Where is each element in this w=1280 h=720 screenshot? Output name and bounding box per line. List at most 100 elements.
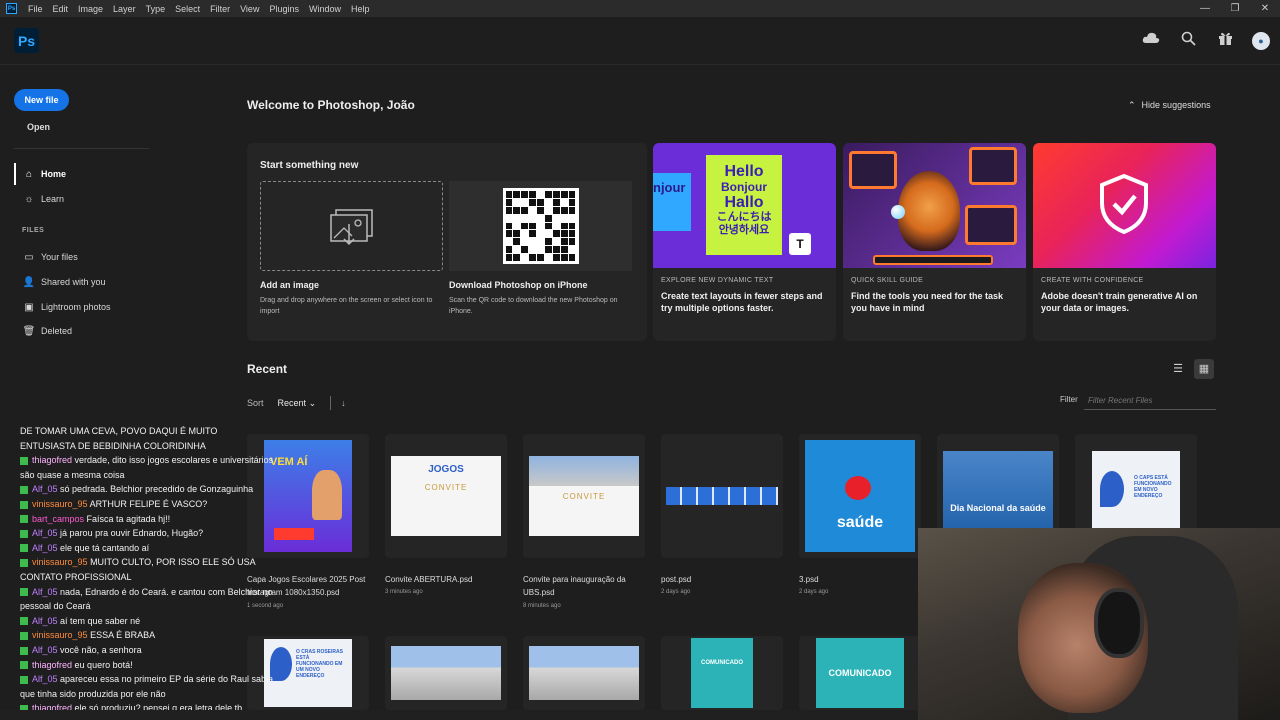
home-icon: ⌂ [25,168,33,180]
filter-label: Filter [1060,395,1078,404]
menu-window[interactable]: Window [304,4,346,14]
menu-image[interactable]: Image [73,4,108,14]
gift-icon[interactable] [1215,31,1235,51]
thumb-text: saúde [836,514,884,531]
chat-message: Alf_05 você não, a senhora [0,643,275,658]
menu-file[interactable]: File [23,4,48,14]
qr-module [521,214,529,222]
thumb-photo [529,456,639,486]
qr-module [552,254,560,261]
art-line: こんにちは [716,211,772,223]
qr-module [521,230,529,238]
recent-file-thumb[interactable]: CONVITE [523,434,645,558]
qr-module [544,254,552,261]
chat-username: vinissauro_95 [32,498,88,509]
search-icon[interactable] [1178,31,1198,51]
restore-button[interactable]: ❐ [1220,0,1250,17]
menu-type[interactable]: Type [141,4,171,14]
recent-file-name[interactable]: Convite ABERTURA.psd [385,573,520,586]
user-icon: 👤 [22,276,36,288]
sidebar-item-lightroom[interactable]: ▣ Lightroom photos [14,296,154,318]
sort-dropdown[interactable]: Recent ⌄ [278,398,317,409]
photoshop-logo[interactable]: Ps [14,28,39,53]
add-image-desc: Drag and drop anywhere on the screen or … [260,297,433,315]
qr-module [505,198,513,206]
stream-chat-overlay: DE TOMAR UMA CEVA, POVO DAQUI É MUITO EN… [0,424,275,720]
qr-module [560,254,568,261]
menu-edit[interactable]: Edit [48,4,74,14]
sidebar-item-your-files[interactable]: ▭ Your files [14,246,154,268]
qr-module [568,230,576,238]
menu-plugins[interactable]: Plugins [264,4,304,14]
sidebar-divider [14,148,149,149]
qr-module [568,238,576,246]
hide-suggestions-button[interactable]: ⌃ Hide suggestions [1128,100,1211,111]
qr-module [560,222,568,230]
thumb-poster: VEM AÍ [264,440,352,552]
map-pin-icon [1100,471,1124,507]
recent-file-thumb[interactable]: saúde [799,434,921,558]
recent-heading: Recent [247,362,288,376]
chat-badge-icon [20,486,28,494]
qr-module [529,191,537,198]
recent-file-thumb[interactable] [523,636,645,710]
recent-file-name[interactable]: 3.psd [799,573,934,586]
thumb-poster: COMUNICADO [816,638,904,708]
recent-file-thumb[interactable] [385,636,507,710]
sort-direction-icon[interactable]: ↓ [341,398,346,408]
recent-file-thumb[interactable]: COMUNICADO [799,636,921,710]
open-button[interactable]: Open [27,122,50,132]
recent-file-thumb[interactable]: COMUNICADO [661,636,783,710]
window-controls: — ❐ ✕ [1190,0,1280,17]
minimize-button[interactable]: — [1190,0,1220,17]
qr-module [529,254,537,261]
close-button[interactable]: ✕ [1250,0,1280,17]
view-toggle: ☰ ▦ [1168,359,1214,379]
card-title: Adobe doesn't train generative AI on you… [1041,291,1198,313]
sort-label: Sort [247,398,264,408]
cloud-icon[interactable] [1141,31,1161,51]
suggestion-card-dynamic-text[interactable]: njour Hello Bonjour Hallo こんにちは 안녕하세요 T … [653,143,836,341]
qr-module [529,198,537,206]
avatar[interactable]: ● [1252,32,1270,50]
sidebar-item-deleted[interactable]: 🗑 Deleted [14,320,154,342]
download-iphone-desc: Scan the QR code to download the new Pho… [449,297,618,315]
qr-module [513,222,521,230]
chat-badge-icon [20,646,28,655]
sidebar-item-shared[interactable]: 👤 Shared with you [14,271,154,293]
chat-text: aí tem que saber né [60,615,141,626]
chat-text: DE TOMAR UMA CEVA, POVO DAQUI É MUITO EN… [20,426,218,451]
filter-input[interactable] [1084,392,1216,410]
sidebar-item-home[interactable]: ⌂ Home [14,163,154,185]
recent-file-thumb[interactable] [661,434,783,558]
new-file-button[interactable]: New file [14,89,69,111]
card-title: Create text layouts in fewer steps and t… [661,291,823,313]
qr-module [529,222,537,230]
grid-view-icon[interactable]: ▦ [1194,359,1214,379]
qr-module [544,246,552,254]
menu-view[interactable]: View [235,4,264,14]
menu-select[interactable]: Select [170,4,205,14]
thumb-photo [529,646,639,700]
menu-layer[interactable]: Layer [108,4,141,14]
recent-file-name[interactable]: Convite para inauguração da UBS.psd [523,573,641,599]
folder-icon: ▭ [24,251,34,263]
qr-module [544,191,552,198]
suggestion-card-skill-guide[interactable]: QUICK SKILL GUIDE Find the tools you nee… [843,143,1026,341]
recent-file-thumb[interactable]: JOGOS CONVITE [385,434,507,558]
recent-file-name[interactable]: post.psd [661,573,796,586]
tool-panel-left [849,151,897,189]
sidebar-item-learn[interactable]: ☼ Learn [14,188,154,210]
add-image-dropzone[interactable] [260,181,443,271]
chat-text: Faísca ta agitada hj!! [86,513,171,524]
menu-filter[interactable]: Filter [205,4,235,14]
menu-help[interactable]: Help [346,4,375,14]
shield-art [1033,143,1216,268]
tiger-head [898,171,960,251]
add-image-title[interactable]: Add an image [260,280,319,290]
list-view-icon[interactable]: ☰ [1168,359,1188,379]
art-line: 안녕하세요 [718,224,770,236]
suggestion-card-confidence[interactable]: CREATE WITH CONFIDENCE Adobe doesn't tra… [1033,143,1216,341]
thumb-figure [312,470,342,520]
qr-code-box [449,181,632,271]
